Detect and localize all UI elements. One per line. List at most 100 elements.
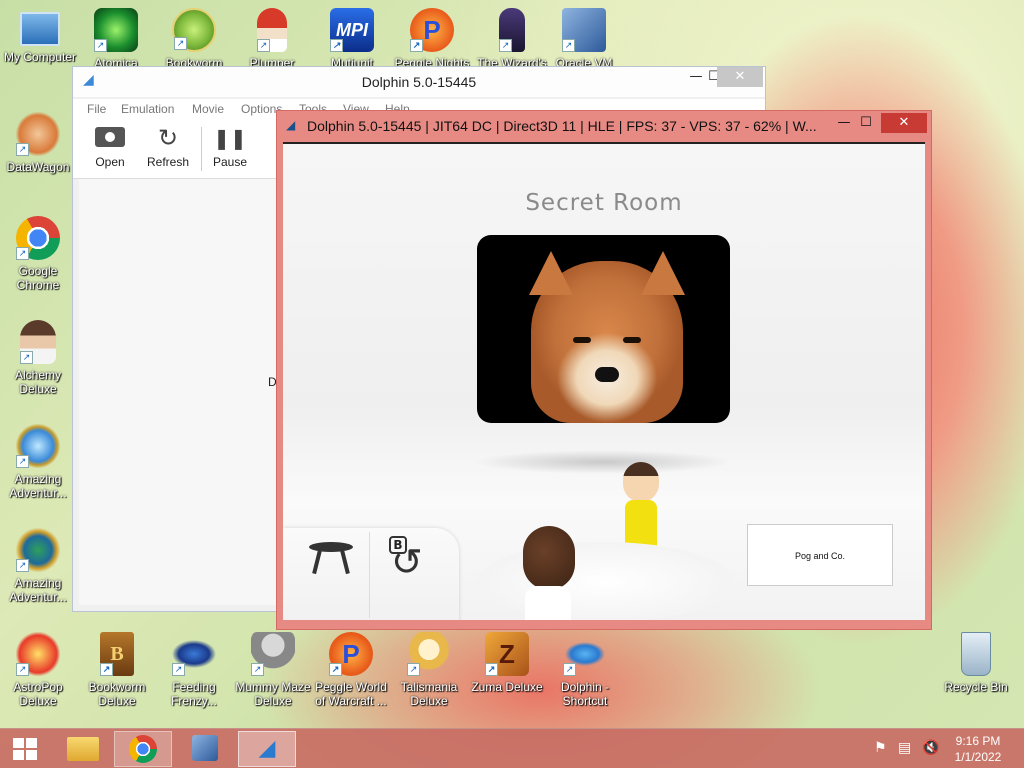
amazing-globe-icon: ↗: [16, 528, 60, 572]
taskbar-dolphin[interactable]: ◢: [238, 731, 296, 767]
desktop-icon-label: AstroPop Deluxe: [13, 680, 63, 708]
taskbar-virtualbox[interactable]: [176, 731, 234, 767]
desktop-icon-amazing-adventures-1[interactable]: ↗ Amazing Adventur...: [0, 424, 78, 500]
dolphin-icon: ↗: [563, 632, 607, 676]
render-titlebar[interactable]: ◢ Dolphin 5.0-15445 | JIT64 DC | Direct3…: [277, 111, 931, 141]
desktop-icon-bookworm[interactable]: ↗ Bookworm: [154, 8, 234, 66]
game-viewport[interactable]: Secret Room B ↺ Pog and Co.: [283, 142, 925, 620]
volume-muted-icon[interactable]: 🔇: [922, 740, 939, 756]
talismania-icon: ↗: [407, 632, 451, 676]
network-icon[interactable]: ▤: [898, 740, 911, 756]
desktop-icon-atomica[interactable]: ↗ Atomica: [76, 8, 156, 66]
peggle-icon: P ↗: [410, 8, 454, 52]
back-button[interactable]: B ↺: [383, 536, 439, 586]
desktop-icon-talismania[interactable]: ↗ Talismania Deluxe: [389, 632, 469, 708]
toolbar-separator: [201, 127, 202, 171]
desktop-icon-wizard[interactable]: ↗ The Wizard's: [472, 8, 552, 66]
desktop-icon-label: Amazing Adventur...: [9, 472, 67, 500]
desktop-icon-peggle-nights[interactable]: P ↗ Peggle Nights: [392, 8, 472, 66]
desktop-icon-alchemy-deluxe[interactable]: ↗ Alchemy Deluxe: [0, 320, 78, 396]
file-explorer-icon: [67, 737, 99, 761]
menu-movie[interactable]: Movie: [192, 102, 224, 116]
desktop-icon-label: The Wizard's: [477, 56, 547, 66]
bookworm-icon: ↗: [172, 8, 216, 52]
desktop-icon-datawagon[interactable]: ↗ DataWagon: [0, 112, 78, 174]
desktop-icon-label: Zuma Deluxe: [471, 680, 543, 694]
desktop-icon-mutiunit[interactable]: MPI ↗ Mutiunit: [312, 8, 392, 66]
pause-button[interactable]: ❚❚ Pause: [207, 127, 253, 169]
fish-icon: ↗: [172, 632, 216, 676]
mii-player: [519, 526, 577, 620]
desktop-icon-plumper[interactable]: ↗ Plumper: [232, 8, 312, 66]
zuma-icon: Z ↗: [485, 632, 529, 676]
astropop-icon: ↗: [16, 632, 60, 676]
desktop-icon-label: Atomica: [94, 56, 138, 66]
open-label: Open: [95, 155, 125, 169]
room-title: Secret Room: [525, 190, 683, 216]
panel-divider: [369, 532, 370, 618]
desktop-icon-zuma[interactable]: Z ↗ Zuma Deluxe: [467, 632, 547, 694]
datawagon-icon: ↗: [16, 112, 60, 156]
mpi-icon: MPI ↗: [330, 8, 374, 52]
desktop-icon-mummy-maze[interactable]: ↗ Mummy Maze Deluxe: [233, 632, 313, 708]
mii-head: [623, 462, 659, 502]
close-button[interactable]: ✕: [881, 113, 927, 133]
start-button[interactable]: [0, 731, 50, 767]
desktop-icon-label: Peggle World of Warcraft ...: [315, 680, 387, 708]
peggle-wow-icon: P ↗: [329, 632, 373, 676]
desktop-icon-label: Recycle Bin: [944, 680, 1008, 694]
desktop-icon-my-computer[interactable]: My Computer: [0, 8, 80, 64]
name-sign: Pog and Co.: [747, 524, 893, 586]
chrome-icon: ↗: [16, 216, 60, 260]
refresh-button[interactable]: ↻ Refresh: [143, 124, 193, 169]
recycle-bin-icon: [961, 632, 991, 676]
dog-ear-left: [529, 251, 573, 295]
desktop-icon-astropop[interactable]: ↗ AstroPop Deluxe: [0, 632, 78, 708]
action-center-flag-icon[interactable]: ⚑: [874, 740, 887, 756]
amazing-icon: ↗: [16, 424, 60, 468]
alchemy-icon: ↗: [20, 320, 56, 364]
desktop-icon-label: Feeding Frenzy...: [171, 680, 217, 708]
menu-file[interactable]: File: [87, 102, 106, 116]
desktop-icon-label: Google Chrome: [16, 264, 60, 292]
dog-eye-left: [573, 337, 591, 343]
taskbar-file-explorer[interactable]: [54, 731, 112, 767]
chrome-icon: [129, 735, 157, 763]
desktop-icon-bookworm-deluxe[interactable]: B ↗ Bookworm Deluxe: [77, 632, 157, 708]
refresh-label: Refresh: [146, 155, 190, 169]
wizard-icon: ↗: [499, 8, 525, 52]
main-window-title: Dolphin 5.0-15445: [361, 74, 477, 90]
render-window-title: Dolphin 5.0-15445 | JIT64 DC | Direct3D …: [307, 118, 817, 134]
mii-standing: [621, 462, 661, 546]
desktop-icon-oracle-vm[interactable]: ↗ Oracle VM: [544, 8, 624, 66]
dog-nose: [595, 367, 619, 382]
desktop-icon-label: Oracle VM: [555, 56, 613, 66]
table-icon[interactable]: [307, 542, 355, 578]
desktop-icon-google-chrome[interactable]: ↗ Google Chrome: [0, 216, 78, 292]
desktop-icon-amazing-adventures-2[interactable]: ↗ Amazing Adventur...: [0, 528, 78, 604]
dog-ear-right: [641, 251, 685, 295]
taskbar-chrome[interactable]: [114, 731, 172, 767]
desktop-icon-label: Bookworm Deluxe: [88, 680, 146, 708]
desktop-icon-label: Bookworm: [165, 56, 223, 66]
mii-player-body: [525, 586, 571, 620]
dog-face: [529, 251, 685, 423]
main-titlebar[interactable]: ◢ Dolphin 5.0-15445 — ☐ ✕: [73, 67, 765, 97]
open-button[interactable]: Open: [87, 127, 133, 169]
clock[interactable]: 9:16 PM 1/1/2022: [948, 733, 1008, 765]
clock-date: 1/1/2022: [954, 750, 1002, 764]
desktop-icon-feeding-frenzy[interactable]: ↗ Feeding Frenzy...: [154, 632, 234, 708]
atomic-icon: ↗: [94, 8, 138, 52]
refresh-icon: ↻: [157, 124, 179, 152]
dolphin-icon: ◢: [286, 118, 296, 132]
table: [477, 542, 733, 620]
desktop-icon-peggle-wow[interactable]: P ↗ Peggle World of Warcraft ...: [311, 632, 391, 708]
desktop-icon-label: Mutiunit: [330, 56, 374, 66]
gnome-icon: ↗: [257, 8, 287, 52]
desktop-icon-recycle-bin[interactable]: Recycle Bin: [936, 632, 1016, 694]
menu-emulation[interactable]: Emulation: [121, 102, 174, 116]
mii-body: [625, 500, 657, 546]
close-button[interactable]: ✕: [717, 67, 763, 87]
desktop-icon-dolphin-shortcut[interactable]: ↗ Dolphin - Shortcut: [545, 632, 625, 708]
dolphin-render-window: ◢ Dolphin 5.0-15445 | JIT64 DC | Direct3…: [276, 110, 932, 630]
